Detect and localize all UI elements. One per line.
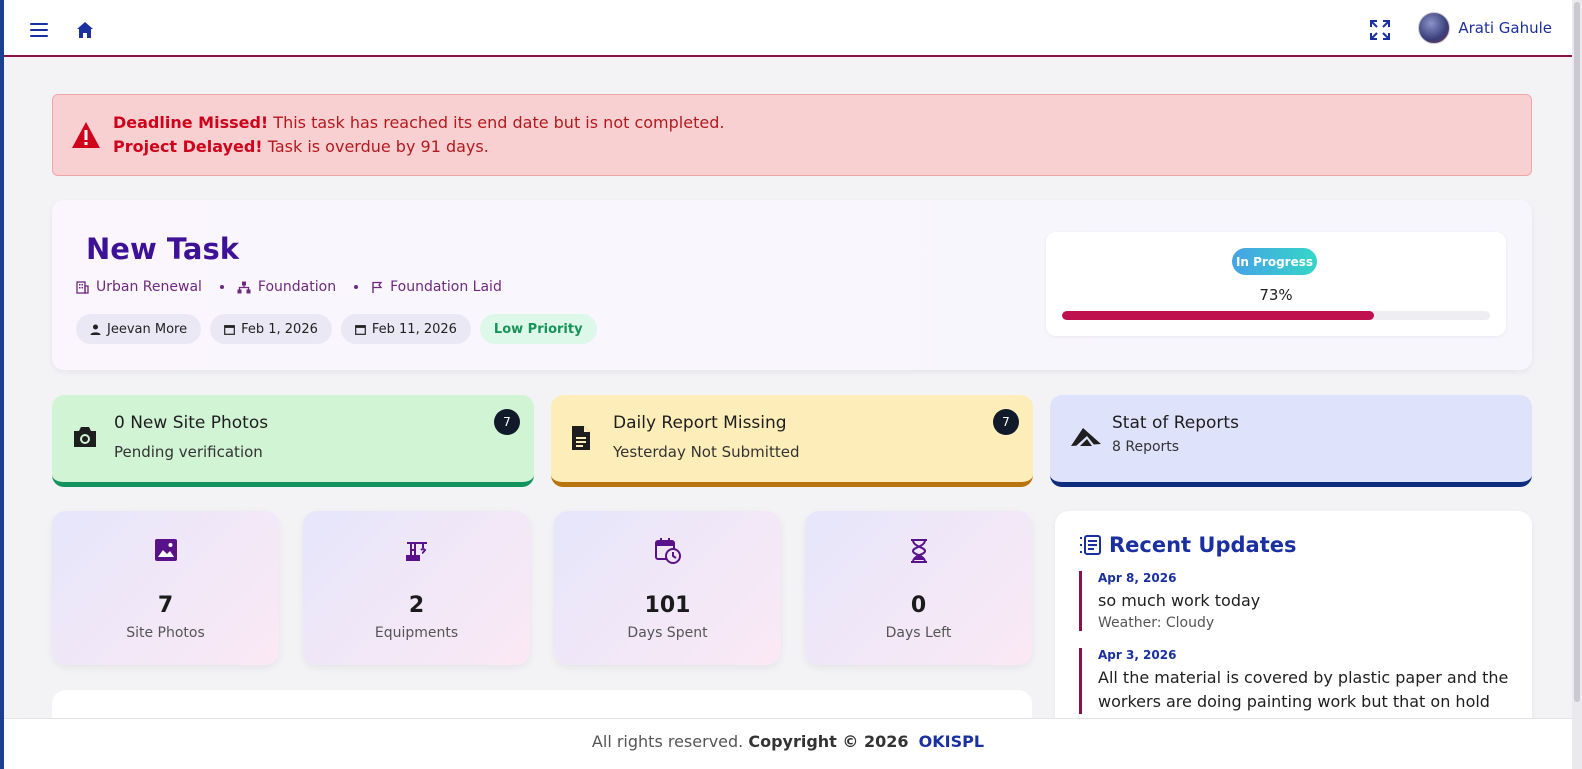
calendar-icon — [354, 324, 366, 335]
hourglass-icon — [805, 538, 1032, 564]
overdue-alert: Deadline Missed! This task has reached i… — [52, 94, 1532, 176]
metric-site-photos[interactable]: 7 Site Photos — [52, 511, 279, 665]
avatar[interactable] — [1418, 12, 1451, 44]
end-date-chip: Feb 11, 2026 — [340, 314, 471, 344]
crumb-milestone-label: Foundation Laid — [390, 279, 502, 295]
count-badge: 7 — [494, 409, 520, 435]
fullscreen-icon[interactable] — [1364, 14, 1396, 46]
building-icon — [76, 280, 89, 294]
footer-brand-link[interactable]: OKISPL — [919, 732, 984, 751]
list-icon — [1080, 535, 1101, 555]
metric-label: Days Left — [885, 625, 952, 641]
update-text: All the material is covered by plastic p… — [1098, 668, 1509, 711]
status-badge: In Progress — [1232, 248, 1317, 275]
daily-report-stat-card[interactable]: Daily Report Missing Yesterday Not Submi… — [551, 395, 1033, 487]
hierarchy-icon — [237, 281, 251, 293]
crumb-phase: Foundation — [219, 279, 337, 295]
recent-updates-title: Recent Updates — [1109, 533, 1297, 557]
crumb-phase-label: Foundation — [257, 279, 337, 295]
alert-delay-line: Project Delayed! Task is overdue by 91 d… — [113, 137, 489, 156]
crumb-milestone: Foundation Laid — [354, 279, 502, 295]
reports-stat-card[interactable]: Stat of Reports 8 Reports — [1050, 395, 1532, 487]
crumb-project: Urban Renewal — [76, 279, 202, 295]
metric-value: 7 — [157, 593, 174, 618]
start-date-chip: Feb 1, 2026 — [210, 314, 332, 344]
stat-subtitle: Yesterday Not Submitted — [613, 443, 800, 461]
end-date-label: Feb 11, 2026 — [371, 321, 457, 337]
metric-label: Site Photos — [126, 625, 205, 641]
stat-subtitle: 8 Reports — [1112, 439, 1180, 455]
page-title: New Task — [86, 232, 239, 266]
image-icon — [52, 538, 279, 562]
metric-value: 101 — [644, 593, 691, 618]
alert-deadline-line: Deadline Missed! This task has reached i… — [113, 113, 724, 132]
update-date: Apr 3, 2026 — [1098, 648, 1177, 662]
scrollbar-thumb[interactable] — [1574, 2, 1580, 702]
calendar-icon — [224, 324, 235, 335]
user-name[interactable]: Arati Gahule — [1458, 19, 1552, 37]
crane-icon — [303, 538, 530, 562]
metric-days-spent[interactable]: 101 Days Spent — [554, 511, 781, 665]
site-photos-stat-card[interactable]: 0 New Site Photos Pending verification 7 — [52, 395, 534, 487]
stat-title: Stat of Reports — [1112, 413, 1239, 433]
left-accent-bar — [0, 0, 4, 769]
progress-percent: 73% — [1259, 286, 1293, 304]
update-weather: Weather: Cloudy — [1098, 615, 1215, 631]
progress-card: In Progress 73% — [1046, 232, 1506, 336]
recent-updates-heading: Recent Updates — [1079, 533, 1296, 557]
task-summary-card: New Task Urban Renewal Foundation Founda… — [52, 200, 1532, 370]
stat-title: 0 New Site Photos — [114, 413, 269, 433]
priority-badge: Low Priority — [479, 314, 597, 344]
user-menu[interactable]: Arati Gahule — [1418, 12, 1552, 44]
metric-label: Days Spent — [627, 625, 708, 641]
count-badge: 7 — [993, 409, 1019, 435]
reports-chart-icon — [1070, 425, 1102, 451]
alert-delay-text: Task is overdue by 91 days. — [262, 137, 489, 156]
metric-value: 2 — [408, 593, 425, 618]
flag-icon — [372, 281, 383, 293]
document-icon — [571, 425, 591, 455]
assignee-label: Jeevan More — [107, 321, 188, 337]
alert-deadline-title: Deadline Missed! — [113, 113, 269, 132]
warning-icon — [71, 121, 101, 153]
home-icon[interactable] — [69, 14, 101, 46]
scrollbar[interactable] — [1572, 0, 1582, 769]
footer-rights: All rights reserved. — [591, 732, 749, 751]
list-item[interactable]: Apr 8, 2026 so much work today Weather: … — [1079, 571, 1519, 631]
progress-bar — [1062, 311, 1490, 320]
crumb-project-label: Urban Renewal — [96, 279, 202, 295]
update-text: so much work today — [1098, 591, 1261, 610]
user-icon — [90, 324, 101, 335]
metric-equipments[interactable]: 2 Equipments — [303, 511, 530, 665]
top-navbar: Arati Gahule — [4, 0, 1572, 57]
progress-bar-fill — [1062, 311, 1375, 320]
footer-text: All rights reserved. Copyright © 2026 OK… — [4, 732, 1572, 751]
metric-days-left[interactable]: 0 Days Left — [805, 511, 1032, 665]
metric-label: Equipments — [374, 625, 459, 641]
footer-copyright: Copyright © 2026 — [748, 732, 909, 751]
update-date: Apr 8, 2026 — [1098, 571, 1177, 585]
metric-value: 0 — [910, 593, 927, 618]
list-item[interactable]: Apr 3, 2026 All the material is covered … — [1079, 648, 1519, 714]
task-meta-chips: Jeevan More Feb 1, 2026 Feb 11, 2026 Low… — [76, 314, 597, 344]
menu-icon[interactable] — [24, 14, 56, 46]
camera-icon — [72, 425, 98, 453]
assignee-chip: Jeevan More — [76, 314, 202, 344]
recent-updates-panel: Recent Updates Apr 8, 2026 so much work … — [1055, 511, 1532, 731]
alert-deadline-text: This task has reached its end date but i… — [268, 113, 725, 132]
calendar-clock-icon — [554, 538, 781, 564]
stat-title: Daily Report Missing — [613, 413, 787, 433]
stat-subtitle: Pending verification — [114, 443, 263, 461]
footer: All rights reserved. Copyright © 2026 OK… — [4, 718, 1572, 769]
alert-delay-title: Project Delayed! — [113, 137, 263, 156]
breadcrumb: Urban Renewal Foundation Foundation Laid — [76, 279, 502, 295]
start-date-label: Feb 1, 2026 — [241, 321, 318, 337]
